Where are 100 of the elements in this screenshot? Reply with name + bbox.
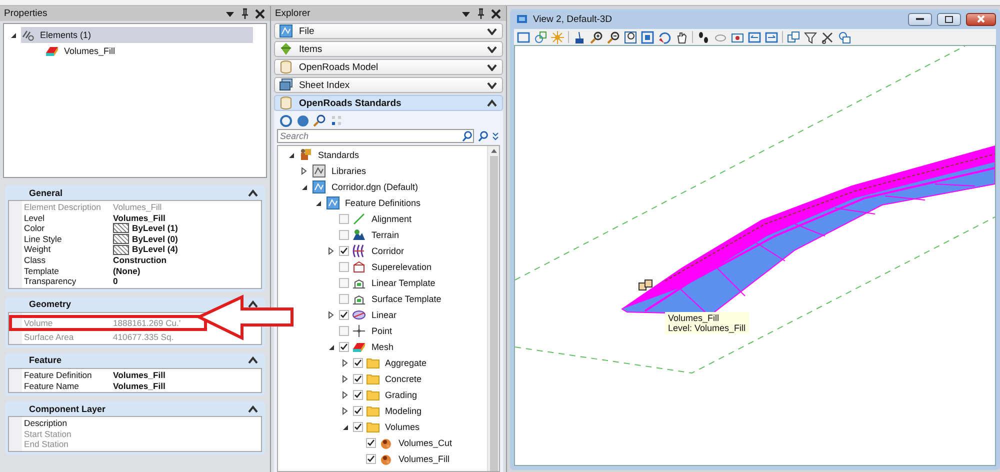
- property-value[interactable]: ByLevel (4): [132, 244, 178, 255]
- expand-icon[interactable]: [487, 81, 497, 89]
- brush-icon: [573, 30, 586, 44]
- collapse-icon[interactable]: [248, 356, 258, 364]
- expanded-arrow-icon[interactable]: [314, 199, 322, 207]
- tree-item[interactable]: Corridor: [369, 245, 406, 257]
- scrollbar-thumb[interactable]: [490, 156, 498, 471]
- search-icon[interactable]: [461, 130, 472, 142]
- accordion-header[interactable]: OpenRoads Standards: [274, 95, 503, 111]
- panel-title: Properties: [4, 8, 48, 19]
- accordion-header[interactable]: Items: [274, 41, 503, 57]
- tree-item[interactable]: Volumes: [382, 421, 422, 433]
- tree-item[interactable]: Grading: [382, 389, 419, 401]
- collapsed-arrow-icon[interactable]: [300, 167, 308, 175]
- tree-item[interactable]: Elements (1): [21, 27, 253, 43]
- accordion-header[interactable]: File: [274, 23, 503, 39]
- terrain-icon: [352, 228, 366, 242]
- camera-icon: [731, 30, 744, 44]
- drawing-file-icon: [326, 196, 340, 210]
- tree-item[interactable]: Concrete: [382, 373, 424, 385]
- gem-icon: [278, 42, 293, 56]
- collapsed-arrow-icon[interactable]: [340, 359, 349, 367]
- checkbox[interactable]: [352, 358, 363, 368]
- tree-item[interactable]: Libraries: [329, 165, 368, 177]
- checkbox[interactable]: [339, 246, 350, 256]
- collapsed-arrow-icon[interactable]: [340, 391, 349, 399]
- accordion-header[interactable]: OpenRoads Model: [274, 59, 503, 75]
- display-style-icon: [534, 30, 547, 44]
- property-value[interactable]: Construction: [113, 254, 166, 266]
- element-marker-icon: [638, 280, 652, 290]
- tree-item[interactable]: Linear: [369, 309, 398, 321]
- tree-item[interactable]: Terrain: [369, 229, 401, 241]
- expand-icon[interactable]: [487, 27, 497, 35]
- property-value[interactable]: ByLevel (0): [132, 234, 178, 244]
- tree-item[interactable]: Point: [369, 325, 394, 337]
- property-label: Template: [23, 266, 60, 276]
- maximize-button[interactable]: [937, 12, 961, 26]
- expand-icon[interactable]: [487, 45, 497, 53]
- tree-item[interactable]: Mesh: [369, 341, 396, 353]
- collapsed-arrow-icon[interactable]: [340, 375, 349, 383]
- checkbox[interactable]: [339, 230, 350, 240]
- tree-item[interactable]: Volumes_Fill: [396, 453, 452, 465]
- collapse-icon[interactable]: [487, 99, 497, 107]
- checkbox[interactable]: [339, 342, 350, 352]
- checkbox[interactable]: [366, 454, 376, 464]
- check-icon: [340, 247, 348, 255]
- tooltip-line: Volumes_Fill: [668, 313, 720, 323]
- close-button[interactable]: [966, 12, 996, 26]
- tree-item[interactable]: Standards: [316, 149, 361, 161]
- expanded-arrow-icon[interactable]: [327, 343, 336, 351]
- expanded-arrow-icon[interactable]: [300, 183, 308, 191]
- expanded-arrow-icon[interactable]: [286, 151, 295, 159]
- checkbox[interactable]: [339, 214, 350, 224]
- tree-item[interactable]: Linear Template: [369, 277, 438, 289]
- property-value[interactable]: Volumes_Fill: [113, 380, 166, 392]
- section-title[interactable]: Component Layer: [29, 404, 106, 414]
- section-title[interactable]: Feature: [29, 355, 62, 366]
- expanded-arrow-icon[interactable]: [9, 31, 17, 39]
- checkbox[interactable]: [339, 278, 350, 288]
- expanded-arrow-icon[interactable]: [340, 423, 349, 431]
- tree-item[interactable]: Modeling: [382, 405, 424, 417]
- tree-item[interactable]: Superelevation: [369, 261, 434, 273]
- tree-item[interactable]: Alignment: [369, 213, 414, 225]
- property-value[interactable]: (None): [113, 266, 140, 276]
- sheets-icon: [278, 78, 293, 92]
- checkbox[interactable]: [352, 374, 363, 384]
- tree-item[interactable]: Volumes_Fill: [45, 43, 118, 59]
- accordion-header[interactable]: Sheet Index: [274, 77, 503, 93]
- property-label: Line Style: [23, 234, 63, 244]
- previous-view-icon: [748, 30, 761, 44]
- checkbox[interactable]: [339, 310, 350, 320]
- tree-item[interactable]: Feature Definitions: [342, 197, 422, 209]
- section-title[interactable]: General: [29, 188, 63, 198]
- checkbox[interactable]: [339, 262, 350, 272]
- collapsed-arrow-icon[interactable]: [340, 407, 349, 415]
- tree-item[interactable]: Surface Template: [369, 293, 444, 305]
- checkbox[interactable]: [366, 438, 376, 448]
- search-field[interactable]: Search: [276, 129, 474, 143]
- collapse-icon[interactable]: [248, 300, 258, 308]
- tree-item[interactable]: Aggregate: [382, 357, 428, 369]
- checkbox[interactable]: [339, 326, 350, 336]
- property-value[interactable]: Volumes_Fill: [113, 212, 166, 224]
- property-value[interactable]: Volumes_Fill: [113, 370, 166, 381]
- minimize-button[interactable]: [908, 12, 932, 26]
- property-value[interactable]: ByLevel (1): [132, 223, 178, 234]
- checkbox[interactable]: [339, 294, 350, 304]
- property-value[interactable]: 0: [113, 276, 118, 287]
- checkbox[interactable]: [352, 406, 363, 416]
- elements-icon: [21, 28, 35, 42]
- collapse-icon[interactable]: [248, 188, 258, 196]
- checkbox[interactable]: [352, 422, 363, 432]
- checkbox[interactable]: [352, 390, 363, 400]
- tree-item[interactable]: Corridor.dgn (Default): [329, 181, 420, 193]
- collapse-icon[interactable]: [248, 404, 258, 413]
- section-title[interactable]: Geometry: [29, 299, 72, 310]
- tree-item[interactable]: Volumes_Cut: [396, 437, 454, 449]
- superelevation-icon: [352, 260, 366, 274]
- collapsed-arrow-icon[interactable]: [327, 311, 336, 319]
- expand-icon[interactable]: [487, 63, 497, 71]
- collapsed-arrow-icon[interactable]: [327, 247, 336, 255]
